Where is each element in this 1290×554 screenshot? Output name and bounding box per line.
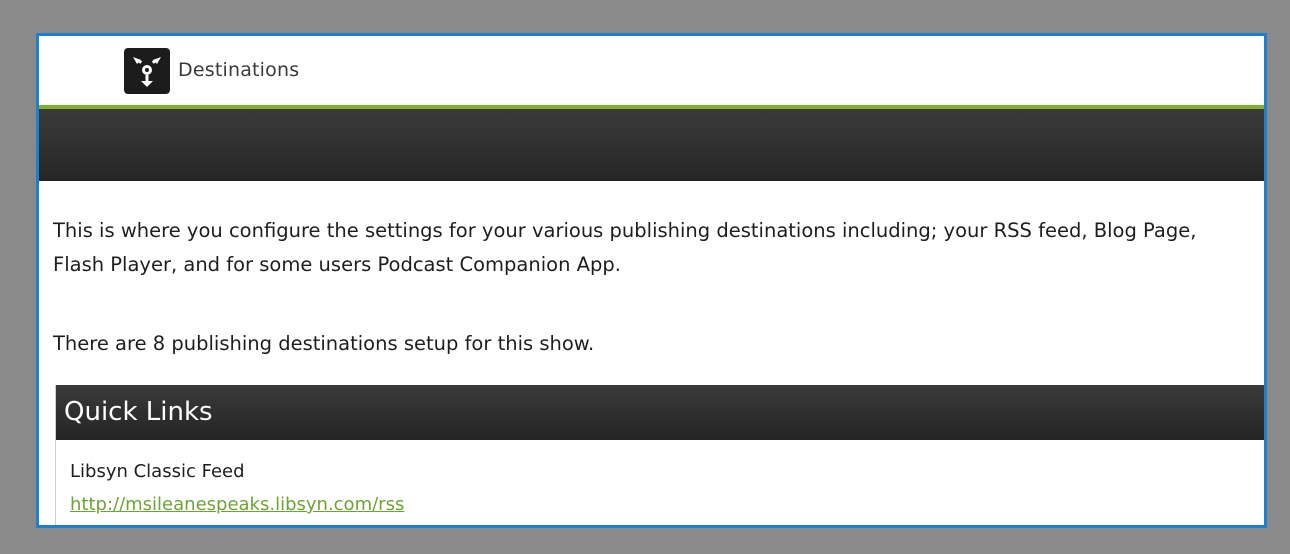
quick-link-url[interactable]: http://msileanespeaks.libsyn.com/rss [70,494,404,515]
quick-links-title: Quick Links [56,385,1264,440]
quick-link-label: Libsyn Classic Feed [70,461,245,482]
destinations-icon [124,48,170,94]
navigation-bar [39,109,1264,181]
app-window: Destinations This is where you configure… [36,33,1267,528]
destinations-count: There are 8 publishing destinations setu… [53,332,595,355]
quick-links-panel: Quick Links Libsyn Classic Feed http://m… [55,385,1264,525]
destinations-description: This is where you configure the settings… [53,214,1253,282]
page-title: Destinations [178,59,300,81]
app-header: Destinations [39,36,1264,105]
description-text: This is where you configure the settings… [53,219,1197,276]
